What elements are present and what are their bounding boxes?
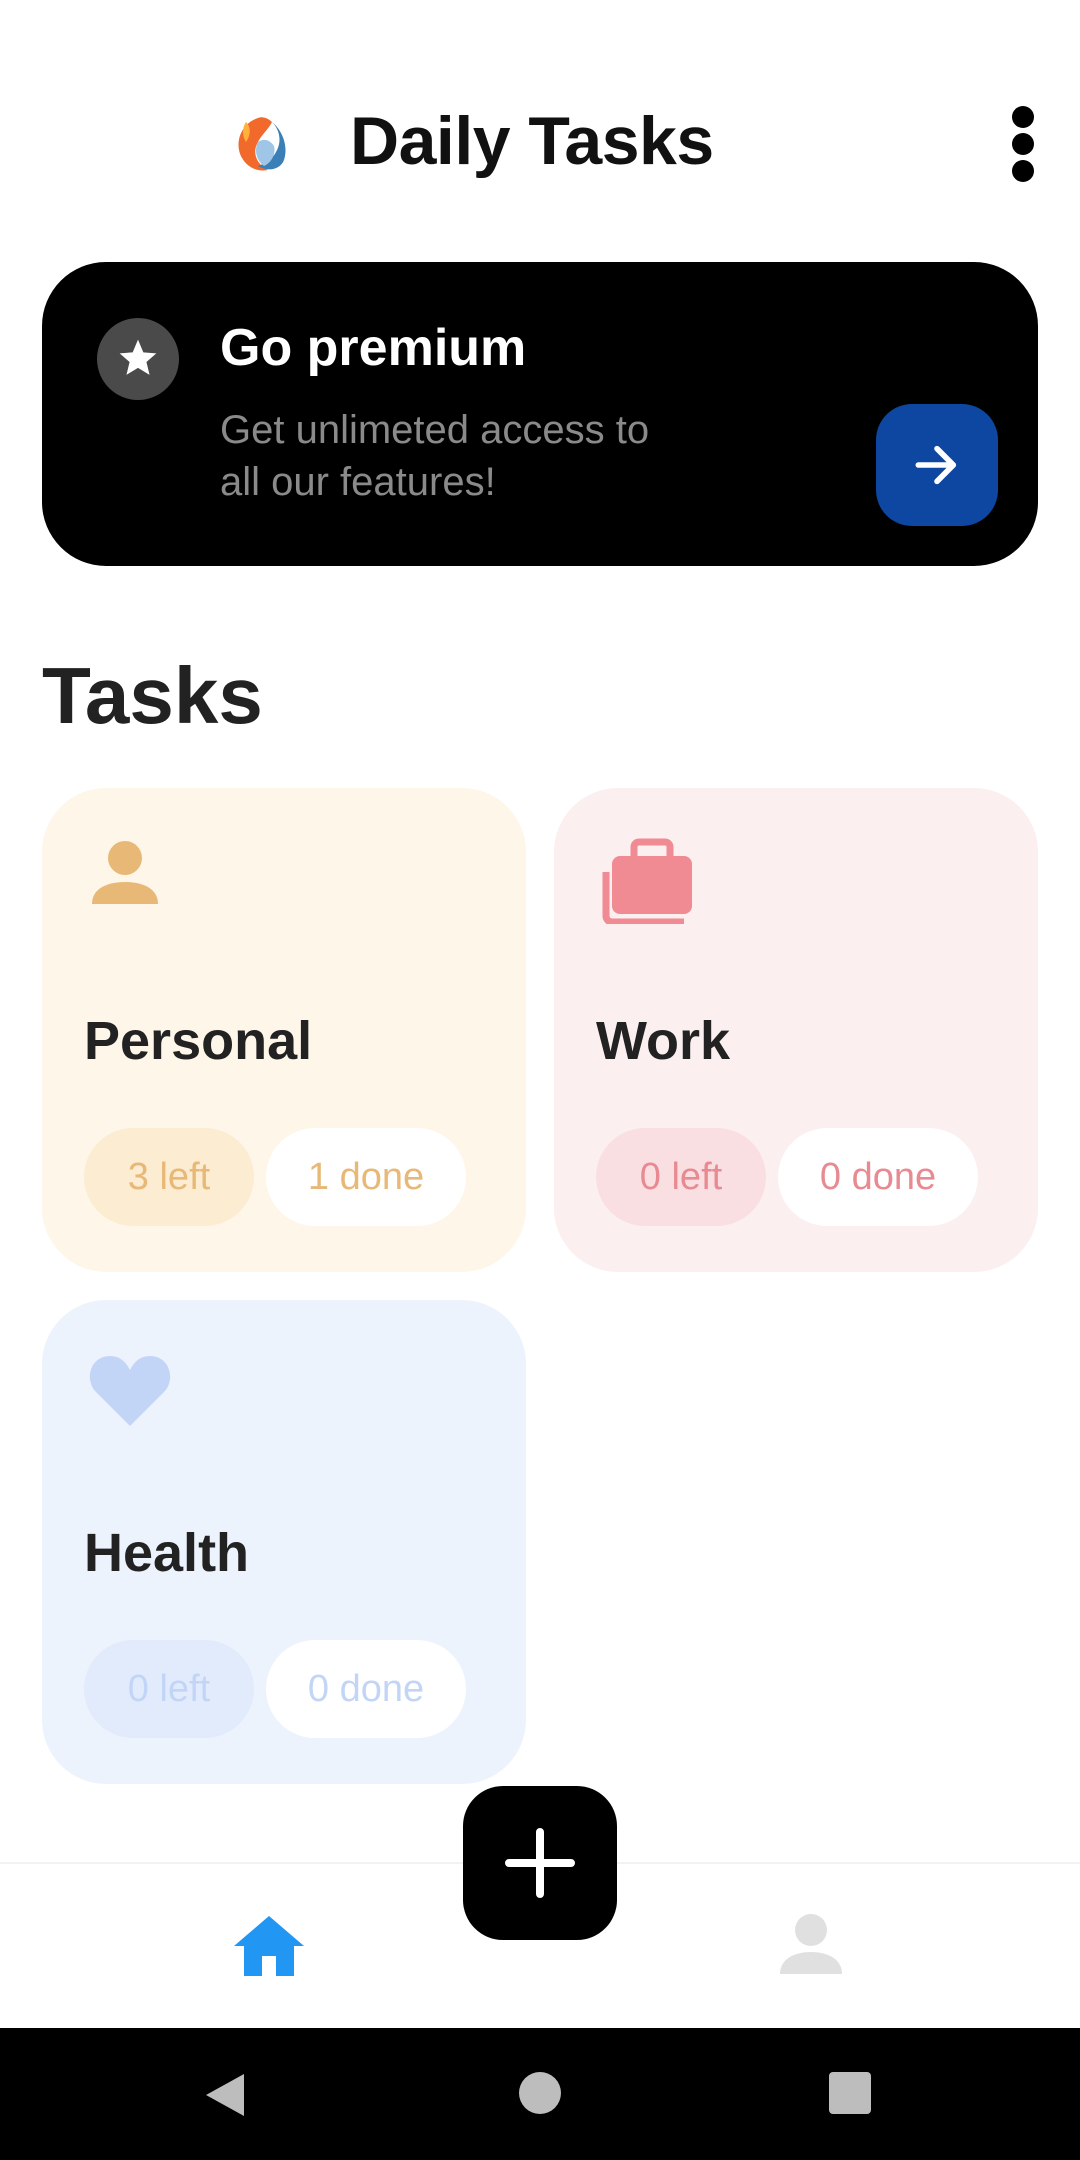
person-icon: [90, 838, 160, 913]
card-title: Health: [84, 1523, 250, 1583]
tasks-left-badge: 0 left: [84, 1640, 254, 1738]
card-title: Work: [596, 1011, 731, 1071]
card-title: Personal: [84, 1011, 313, 1071]
add-task-button[interactable]: [463, 1786, 617, 1940]
premium-arrow-button[interactable]: [876, 404, 998, 526]
tasks-left-badge: 0 left: [596, 1128, 766, 1226]
home-icon[interactable]: [232, 1914, 306, 1983]
home-circle-icon[interactable]: [519, 2072, 561, 2114]
tasks-done-badge: 1 done: [266, 1128, 466, 1226]
app-header: Daily Tasks: [0, 0, 1080, 260]
arrow-right-icon: [915, 445, 957, 485]
premium-title: Go premium: [220, 319, 527, 377]
premium-banner[interactable]: Go premium Get unlimeted access to all o…: [42, 262, 1038, 566]
plus-icon: [505, 1828, 575, 1898]
tasks-done-badge: 0 done: [778, 1128, 978, 1226]
page-title: Daily Tasks: [350, 103, 714, 179]
heart-icon: [88, 1352, 172, 1433]
premium-description: Get unlimeted access to all our features…: [220, 408, 650, 504]
tasks-left-badge: 3 left: [84, 1128, 254, 1226]
category-card-personal[interactable]: Personal 3 left 1 done: [42, 788, 526, 1272]
app-logo-icon: [228, 114, 288, 180]
back-icon[interactable]: [204, 2072, 246, 2123]
star-icon: [97, 318, 179, 400]
more-vert-icon[interactable]: [1000, 104, 1048, 184]
section-title: Tasks: [42, 651, 263, 740]
profile-icon[interactable]: [776, 1912, 846, 1983]
recents-icon[interactable]: [829, 2072, 871, 2114]
category-card-work[interactable]: Work 0 left 0 done: [554, 788, 1038, 1272]
tasks-done-badge: 0 done: [266, 1640, 466, 1738]
category-card-health[interactable]: Health 0 left 0 done: [42, 1300, 526, 1784]
briefcase-icon: [602, 838, 694, 929]
system-navigation-bar: [0, 2028, 1080, 2160]
